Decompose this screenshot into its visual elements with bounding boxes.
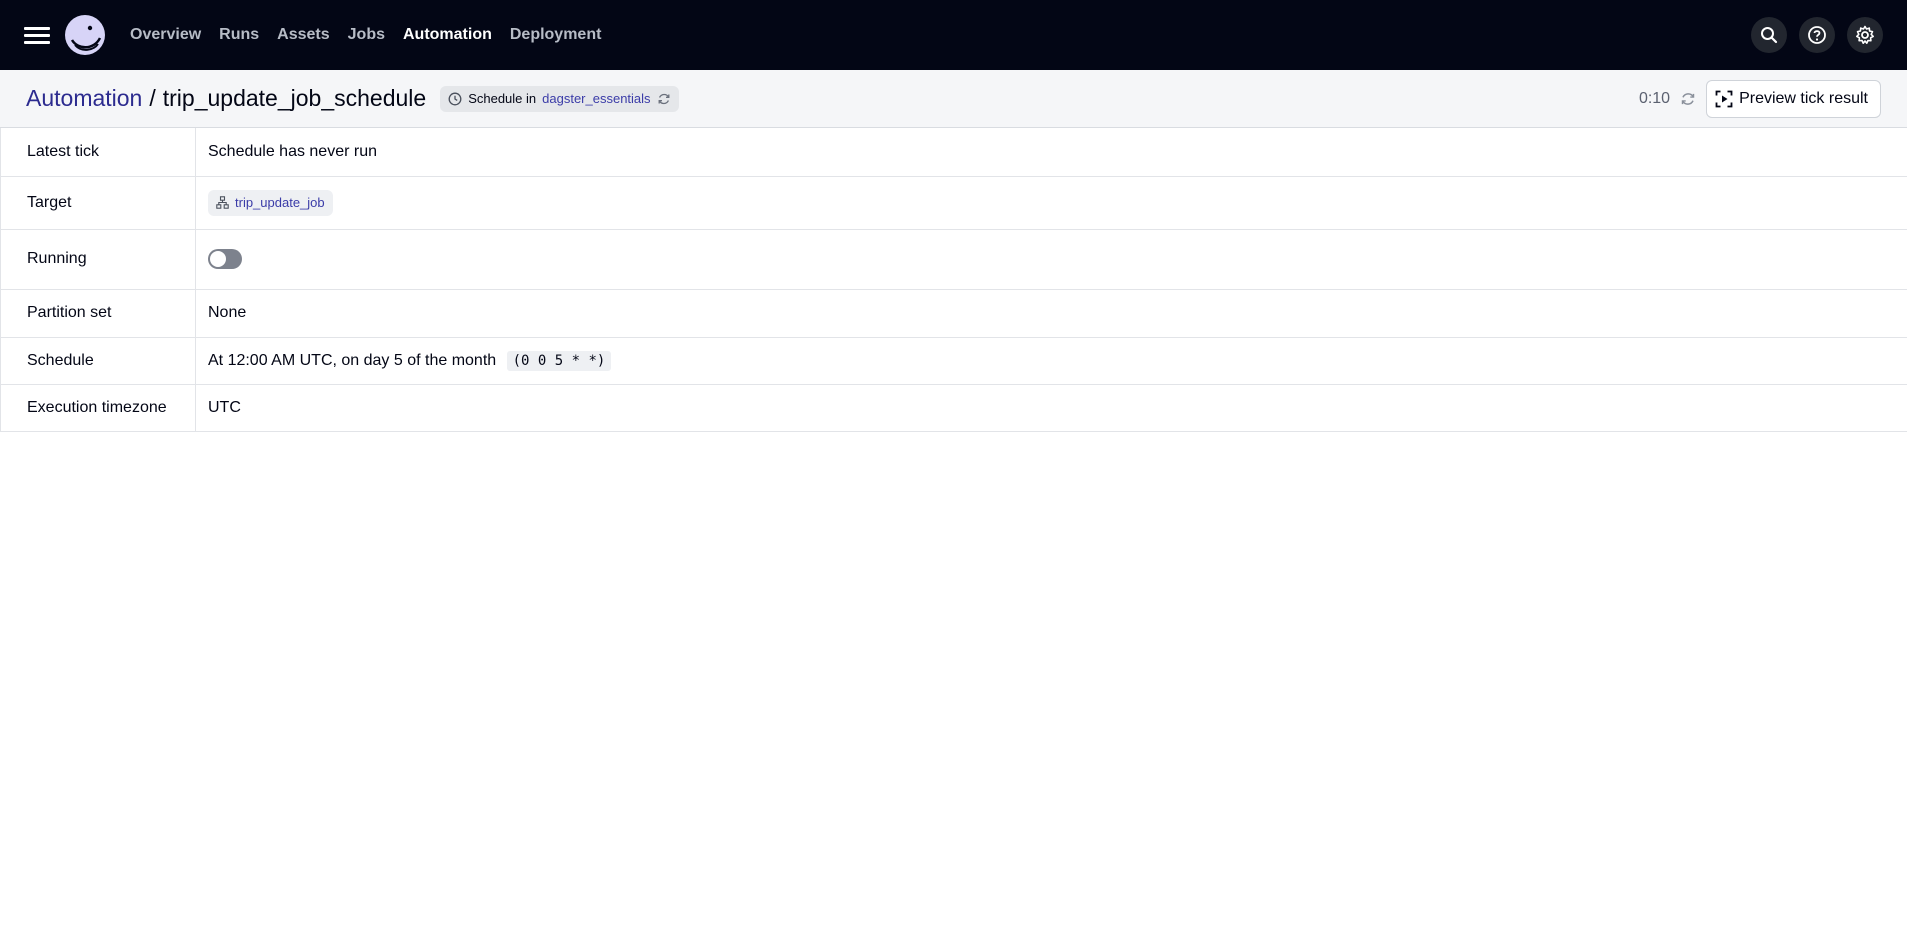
- breadcrumb-automation[interactable]: Automation: [26, 85, 142, 112]
- top-nav: Overview Runs Assets Jobs Automation Dep…: [0, 0, 1907, 70]
- table-row: Execution timezone UTC: [0, 384, 1907, 432]
- table-row: Partition set None: [0, 289, 1907, 338]
- nav-overview[interactable]: Overview: [130, 26, 201, 44]
- table-row: Latest tick Schedule has never run: [0, 128, 1907, 177]
- search-button[interactable]: [1751, 17, 1787, 53]
- reload-icon[interactable]: [657, 92, 671, 106]
- execution-timezone-value: UTC: [195, 384, 1907, 432]
- running-label: Running: [0, 229, 196, 290]
- execution-timezone-label: Execution timezone: [0, 384, 196, 432]
- nav-jobs[interactable]: Jobs: [348, 26, 385, 44]
- job-icon: [216, 196, 229, 209]
- nav-assets[interactable]: Assets: [277, 26, 329, 44]
- nav-runs[interactable]: Runs: [219, 26, 259, 44]
- table-row: Target trip_update_job: [0, 176, 1907, 230]
- nav-deployment[interactable]: Deployment: [510, 26, 602, 44]
- help-button[interactable]: [1799, 17, 1835, 53]
- schedule-label: Schedule: [0, 337, 196, 385]
- refresh-countdown: 0:10: [1638, 90, 1671, 107]
- preview-frame-icon: [1715, 90, 1733, 108]
- help-icon: [1808, 26, 1826, 44]
- tag-prefix: Schedule in: [468, 91, 537, 106]
- table-row: Schedule At 12:00 AM UTC, on day 5 of th…: [0, 337, 1907, 385]
- menu-icon[interactable]: [24, 22, 50, 48]
- target-job-tag[interactable]: trip_update_job: [208, 189, 333, 216]
- target-job-name: trip_update_job: [235, 195, 325, 210]
- gear-icon: [1856, 25, 1874, 44]
- target-label: Target: [0, 176, 196, 230]
- page-header: Automation / trip_update_job_schedule Sc…: [0, 70, 1907, 128]
- search-icon: [1761, 27, 1778, 44]
- table-row: Running: [0, 229, 1907, 290]
- page-title: Automation / trip_update_job_schedule: [26, 85, 426, 112]
- dagster-logo[interactable]: [64, 14, 106, 56]
- repository-link[interactable]: dagster_essentials: [542, 91, 650, 106]
- partition-set-value: None: [195, 289, 1907, 338]
- running-toggle[interactable]: [208, 249, 242, 269]
- partition-set-label: Partition set: [0, 289, 196, 338]
- schedule-details-table: Latest tick Schedule has never run Targe…: [0, 128, 1907, 432]
- nav-automation[interactable]: Automation: [403, 26, 492, 44]
- refresh-icon: [1681, 93, 1695, 105]
- schedule-name: trip_update_job_schedule: [162, 85, 427, 111]
- toggle-knob: [210, 251, 226, 267]
- cron-expression: (0 0 5 * *): [506, 350, 612, 371]
- breadcrumb-separator: /: [149, 85, 156, 111]
- latest-tick-label: Latest tick: [0, 128, 196, 177]
- refresh-button[interactable]: [1680, 91, 1696, 107]
- schedule-repo-tag: Schedule in dagster_essentials: [440, 85, 679, 112]
- settings-button[interactable]: [1847, 17, 1883, 53]
- schedule-description: At 12:00 AM UTC, on day 5 of the month: [208, 351, 497, 369]
- clock-icon: [448, 92, 462, 105]
- preview-button-label: Preview tick result: [1739, 90, 1868, 107]
- latest-tick-value: Schedule has never run: [195, 128, 1907, 177]
- preview-tick-result-button[interactable]: Preview tick result: [1706, 80, 1881, 118]
